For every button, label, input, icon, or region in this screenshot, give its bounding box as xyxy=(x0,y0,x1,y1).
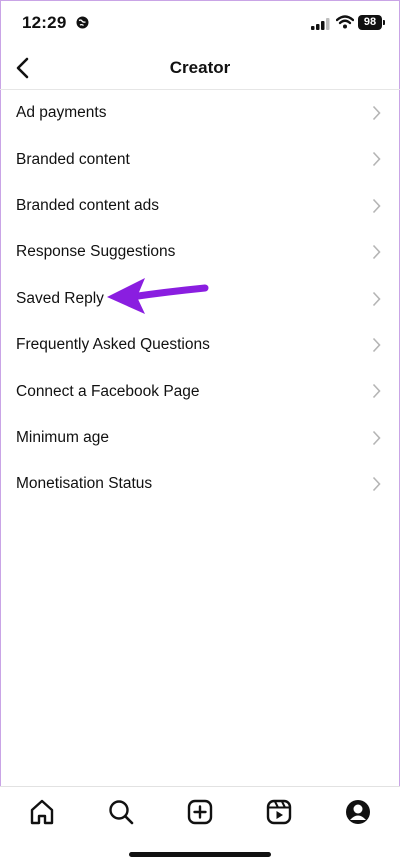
chevron-right-icon xyxy=(372,198,381,219)
menu-item-ad-payments[interactable]: Ad payments xyxy=(0,90,400,136)
menu-item-minimum-age[interactable]: Minimum age xyxy=(0,415,400,461)
globe-icon xyxy=(76,16,89,34)
create-icon[interactable] xyxy=(185,797,215,827)
profile-icon[interactable] xyxy=(343,797,373,827)
menu-item-label: Branded content ads xyxy=(16,196,160,214)
menu-item-monetisation-status[interactable]: Monetisation Status xyxy=(0,461,400,507)
reels-icon[interactable] xyxy=(264,797,294,827)
chevron-right-icon xyxy=(372,244,381,265)
status-time: 12:29 xyxy=(22,13,67,32)
menu-item-response-suggestions[interactable]: Response Suggestions xyxy=(0,229,400,275)
battery-tip xyxy=(383,20,385,25)
battery-icon: 98 xyxy=(358,15,382,30)
menu-item-branded-content-ads[interactable]: Branded content ads xyxy=(0,183,400,229)
chevron-right-icon xyxy=(372,337,381,358)
menu-item-faq[interactable]: Frequently Asked Questions xyxy=(0,322,400,368)
menu-item-label: Frequently Asked Questions xyxy=(16,336,210,354)
page-title: Creator xyxy=(169,58,231,77)
menu-item-label: Connect a Facebook Page xyxy=(16,382,200,400)
menu-item-label: Monetisation Status xyxy=(16,475,153,493)
wifi-icon xyxy=(335,15,355,34)
chevron-right-icon xyxy=(372,383,381,404)
nav-header: Creator xyxy=(0,46,400,90)
menu-item-label: Minimum age xyxy=(16,428,110,446)
menu-item-label: Ad payments xyxy=(16,104,107,122)
signal-icon xyxy=(311,17,331,35)
menu-item-label: Response Suggestions xyxy=(16,243,176,261)
chevron-right-icon xyxy=(372,291,381,312)
menu-item-branded-content[interactable]: Branded content xyxy=(0,136,400,182)
chevron-right-icon xyxy=(372,151,381,172)
menu-item-label: Saved Reply xyxy=(16,289,104,307)
search-icon[interactable] xyxy=(106,797,136,827)
menu-item-label: Branded content xyxy=(16,150,130,168)
home-icon[interactable] xyxy=(27,797,57,827)
chevron-right-icon xyxy=(372,430,381,451)
menu-item-connect-facebook-page[interactable]: Connect a Facebook Page xyxy=(0,368,400,414)
annotation-arrow-icon xyxy=(105,276,215,321)
home-indicator xyxy=(129,852,271,857)
chevron-right-icon xyxy=(372,105,381,126)
chevron-right-icon xyxy=(372,476,381,497)
status-bar: 12:29 98 xyxy=(0,0,400,46)
